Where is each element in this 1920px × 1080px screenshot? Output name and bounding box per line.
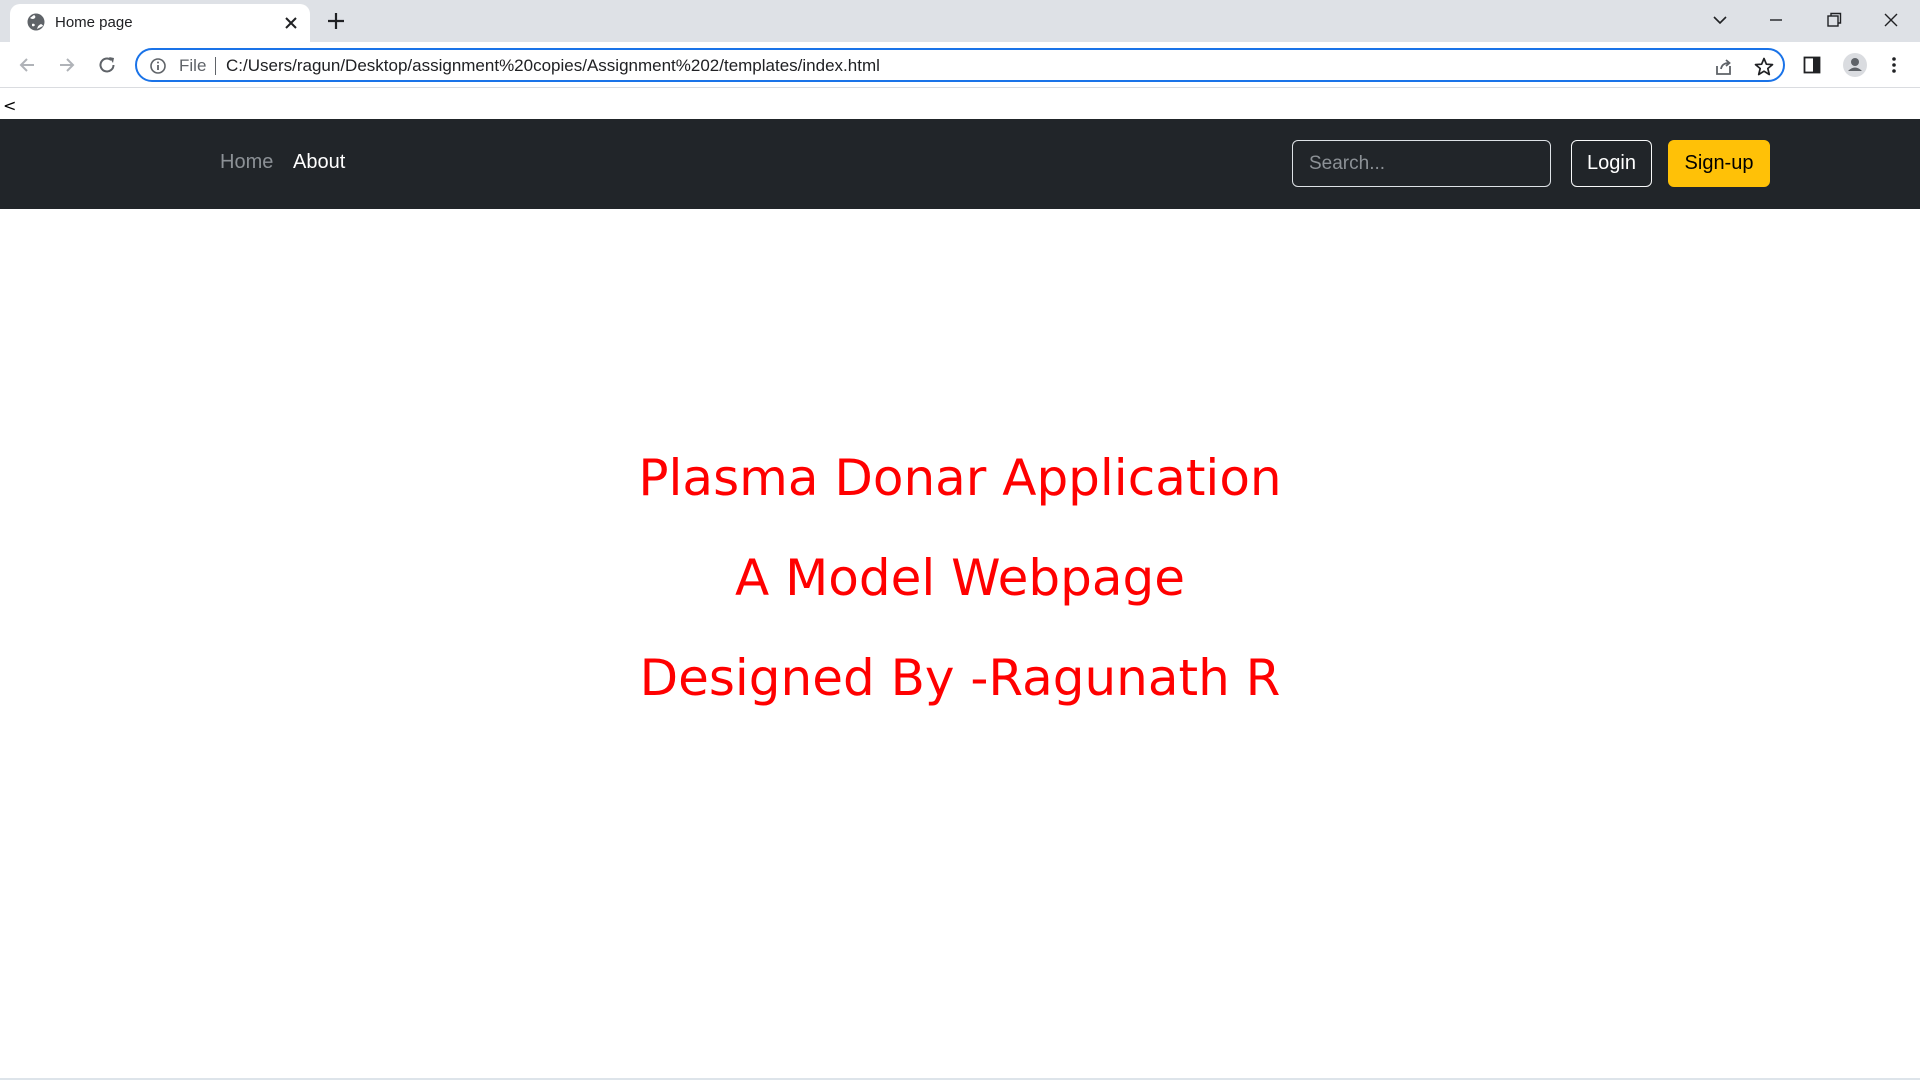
search-input[interactable] (1292, 140, 1551, 187)
tab-title: Home page (55, 14, 133, 31)
login-button[interactable]: Login (1571, 140, 1652, 187)
hero-subtitle: A Model Webpage (735, 549, 1185, 607)
restore-icon[interactable] (1806, 0, 1862, 40)
site-navbar: Home About Login Sign-up (0, 119, 1920, 209)
profile-icon[interactable] (1840, 53, 1870, 77)
hero-author: Designed By -Ragunath R (639, 649, 1281, 707)
reload-icon[interactable] (95, 53, 119, 77)
star-icon[interactable] (1753, 56, 1775, 78)
share-icon[interactable] (1713, 56, 1735, 78)
nav-link-home[interactable]: Home (220, 151, 273, 174)
close-icon[interactable] (282, 14, 300, 32)
info-icon[interactable] (149, 57, 167, 75)
back-arrow-icon[interactable] (15, 53, 39, 77)
scheme-label: File (179, 56, 207, 75)
address-separator (215, 57, 216, 75)
browser-tab[interactable]: Home page (10, 4, 310, 42)
side-panel-icon[interactable] (1800, 53, 1824, 77)
kebab-menu-icon[interactable] (1882, 53, 1906, 77)
stray-text: < (3, 96, 17, 115)
minimize-icon[interactable] (1748, 0, 1804, 40)
globe-icon (26, 12, 46, 32)
plus-icon[interactable] (325, 10, 347, 32)
chevron-down-icon[interactable] (1692, 0, 1748, 40)
window-close-icon[interactable] (1863, 0, 1919, 40)
browser-tabstrip: Home page (0, 0, 1920, 42)
address-bar[interactable]: File C:/Users/ragun/Desktop/assignment%2… (135, 48, 1785, 82)
forward-arrow-icon[interactable] (55, 53, 79, 77)
nav-link-about[interactable]: About (293, 151, 345, 174)
hero-title: Plasma Donar Application (638, 449, 1282, 507)
signup-button[interactable]: Sign-up (1668, 140, 1770, 187)
browser-toolbar: File C:/Users/ragun/Desktop/assignment%2… (0, 42, 1920, 88)
url-text[interactable]: C:/Users/ragun/Desktop/assignment%20copi… (226, 56, 880, 76)
